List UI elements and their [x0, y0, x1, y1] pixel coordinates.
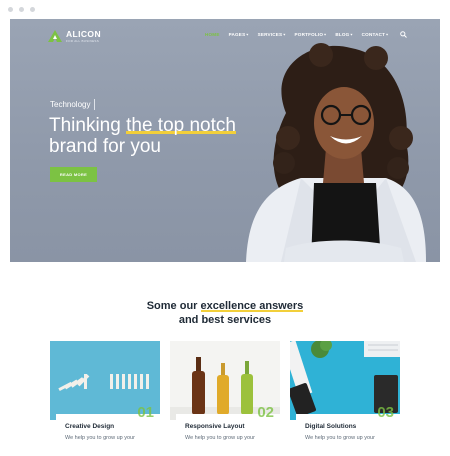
card-panel: 02 Responsive Layout We help you to grow…: [176, 404, 280, 456]
search-icon[interactable]: [400, 31, 408, 38]
card-title[interactable]: Digital Solutions: [305, 423, 356, 430]
hero-portrait-image: [246, 43, 426, 262]
card-description: We help you to grow up your: [305, 435, 375, 441]
services-heading: Some our excellence answers and best ser…: [146, 300, 304, 326]
headline-text: Thinking: [49, 115, 127, 136]
card-panel: 01 Creative Design We help you to grow u…: [56, 404, 160, 456]
nav-item-portfolio[interactable]: PORTFOLIO ▾: [295, 32, 327, 37]
chevron-down-icon: ▾: [246, 32, 249, 37]
chevron-down-icon: ▾: [324, 32, 327, 37]
service-card-creative-design[interactable]: 01 Creative Design We help you to grow u…: [50, 341, 160, 456]
card-description: We help you to grow up your: [185, 435, 255, 441]
logo[interactable]: ALICON FOR ALL BUSINESS: [48, 30, 101, 43]
window-dot[interactable]: [30, 7, 35, 12]
headline-line2: brand for you: [49, 136, 161, 157]
nav-item-services[interactable]: SERVICES ▾: [258, 32, 286, 37]
card-title[interactable]: Creative Design: [65, 423, 114, 430]
chevron-down-icon: ▾: [350, 32, 353, 37]
window-dot[interactable]: [19, 7, 24, 12]
window-controls: [8, 7, 35, 12]
chevron-down-icon: ▾: [386, 32, 389, 37]
nav-item-pages[interactable]: PAGES ▾: [229, 32, 249, 37]
nav-item-blog[interactable]: BLOG ▾: [335, 32, 352, 37]
chevron-down-icon: ▾: [283, 32, 286, 37]
main-nav: HOME PAGES ▾ SERVICES ▾ PORTFOLIO ▾ BLOG ▾ C…: [205, 31, 408, 38]
headline-highlight: the top notch: [126, 115, 236, 136]
service-card-responsive-layout[interactable]: 02 Responsive Layout We help you to grow…: [170, 341, 280, 456]
brand-name: ALICON: [66, 29, 101, 39]
card-number: 03: [377, 404, 394, 421]
hero-eyebrow: Technology: [50, 99, 96, 110]
brand-tagline: FOR ALL BUSINESS: [66, 38, 100, 43]
window-dot[interactable]: [8, 7, 13, 12]
card-number: 01: [137, 404, 154, 421]
eyebrow-divider: [94, 99, 96, 110]
nav-item-home[interactable]: HOME: [205, 32, 220, 37]
service-card-digital-solutions[interactable]: 03 Digital Solutions We help you to grow…: [290, 341, 400, 456]
card-title[interactable]: Responsive Layout: [185, 423, 245, 430]
card-panel: 03 Digital Solutions We help you to grow…: [296, 404, 400, 456]
card-description: We help you to grow up your: [65, 435, 135, 441]
services-heading-highlight: excellence answers: [200, 300, 304, 312]
hero-eyebrow-label: Technology: [50, 100, 91, 109]
read-more-button[interactable]: READ MORE: [50, 167, 97, 182]
hero-section: ALICON FOR ALL BUSINESS HOME PAGES ▾ SERV…: [10, 19, 440, 262]
logo-mark-icon: [48, 30, 62, 43]
nav-item-contact[interactable]: CONTACT ▾: [362, 32, 389, 37]
card-number: 02: [257, 404, 274, 421]
hero-headline: Thinking the top notch brand for you: [49, 115, 236, 157]
